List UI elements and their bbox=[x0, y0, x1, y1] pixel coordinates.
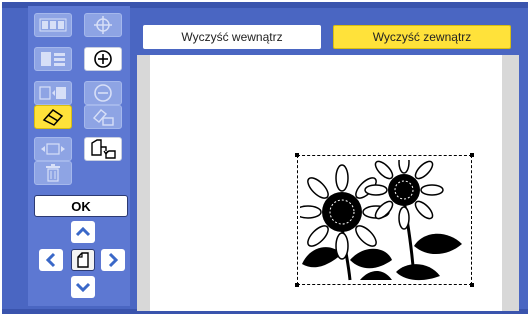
tab-clear-inside[interactable]: Wyczyść wewnątrz bbox=[143, 25, 321, 49]
zoom-out-icon bbox=[94, 84, 112, 102]
arrow-left-button[interactable] bbox=[39, 249, 63, 271]
selection-handle-top-right[interactable] bbox=[470, 153, 474, 157]
multi-up-icon bbox=[39, 18, 67, 32]
arrow-up-button[interactable] bbox=[71, 221, 95, 243]
selection-handle-top-left[interactable] bbox=[295, 153, 299, 157]
arrow-down-button[interactable] bbox=[71, 276, 95, 298]
eraser-button[interactable] bbox=[34, 105, 72, 129]
chevron-right-icon bbox=[108, 252, 118, 268]
tab-clear-outside[interactable]: Wyczyść zewnątrz bbox=[333, 25, 511, 49]
page-icon bbox=[77, 252, 89, 268]
move-button[interactable] bbox=[34, 137, 72, 161]
arrow-right-button[interactable] bbox=[101, 249, 125, 271]
chevron-left-icon bbox=[46, 252, 56, 268]
erase-edit-icon bbox=[92, 109, 114, 126]
compare-button[interactable] bbox=[34, 81, 72, 105]
layout-button[interactable] bbox=[34, 47, 72, 71]
zoom-in-icon bbox=[94, 50, 112, 68]
center-page-button[interactable] bbox=[71, 249, 95, 271]
selection-rectangle[interactable] bbox=[297, 155, 472, 285]
trash-icon bbox=[46, 164, 60, 182]
zoom-out-button[interactable] bbox=[84, 81, 122, 105]
rotate-button[interactable] bbox=[84, 137, 122, 161]
selection-handle-bottom-right[interactable] bbox=[470, 283, 474, 287]
move-icon bbox=[41, 143, 65, 155]
chevron-up-icon bbox=[75, 227, 91, 237]
chevron-down-icon bbox=[75, 282, 91, 292]
trash-button[interactable] bbox=[34, 161, 72, 185]
crosshair-button[interactable] bbox=[84, 13, 122, 37]
erase-edit-button[interactable] bbox=[84, 105, 122, 129]
eraser-icon bbox=[42, 109, 64, 126]
selection-handle-bottom-left[interactable] bbox=[295, 283, 299, 287]
layout-icon bbox=[41, 52, 65, 66]
zoom-in-button[interactable] bbox=[84, 47, 122, 71]
rotate-icon bbox=[91, 139, 116, 159]
compare-icon bbox=[39, 86, 66, 100]
crosshair-icon bbox=[94, 16, 112, 34]
ok-button[interactable]: OK bbox=[34, 195, 128, 217]
multi-up-button[interactable] bbox=[34, 13, 72, 37]
